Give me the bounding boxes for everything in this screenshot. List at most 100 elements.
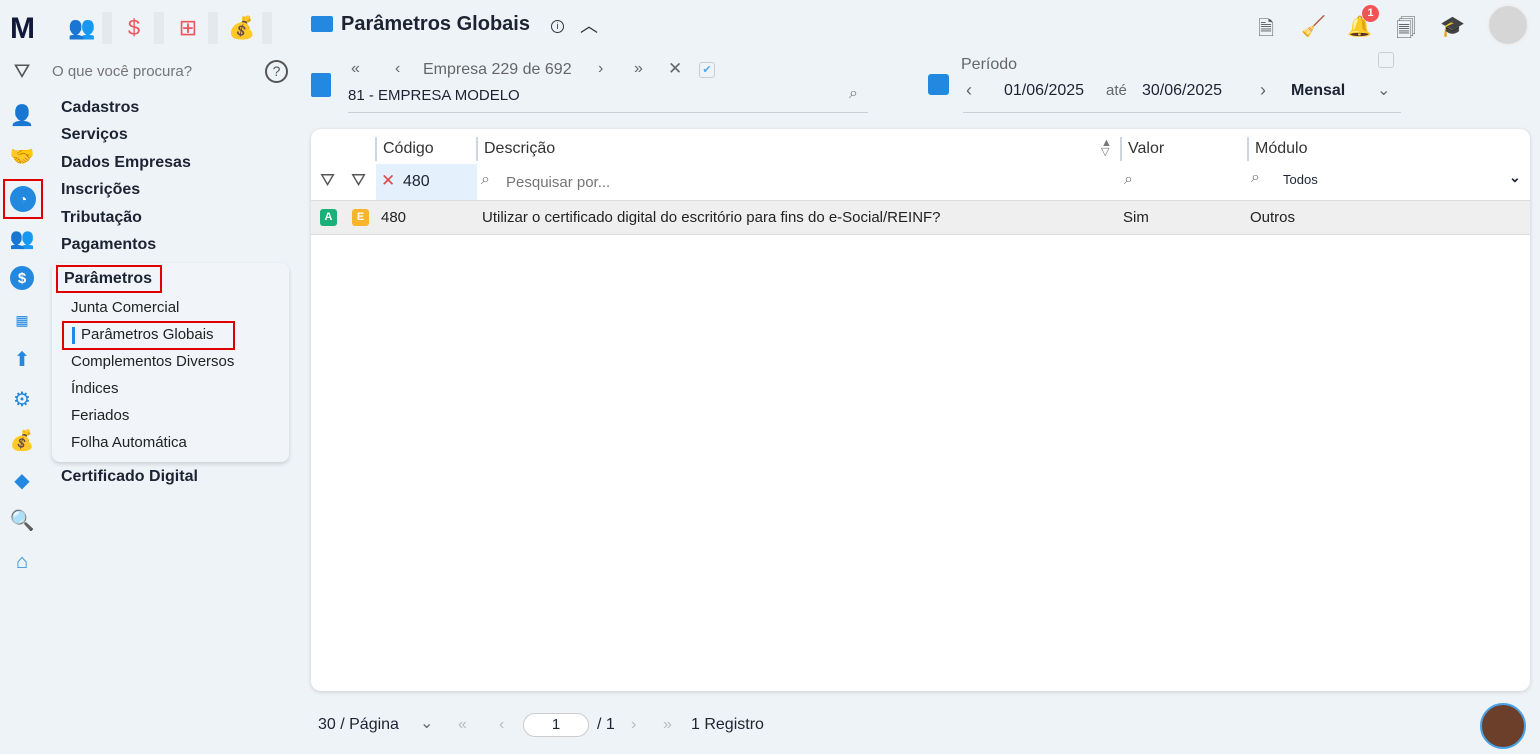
layers-icon[interactable]: ◆: [10, 468, 34, 492]
last-page-button[interactable]: »: [663, 716, 672, 734]
last-company-button[interactable]: »: [634, 60, 643, 78]
menu-certificado-digital[interactable]: Certificado Digital: [61, 468, 198, 486]
clear-company-icon[interactable]: ✕: [668, 59, 682, 79]
submenu-folha-automatica[interactable]: Folha Automática: [71, 434, 187, 451]
period-start[interactable]: 01/06/2025: [1004, 82, 1084, 100]
collapse-chevron-icon[interactable]: ︿: [580, 12, 598, 38]
company-checkbox[interactable]: ✔: [699, 62, 715, 78]
search-icon[interactable]: 🔍: [10, 508, 35, 532]
descricao-filter-input[interactable]: [506, 171, 1096, 193]
codigo-filter[interactable]: ✕ 480: [376, 164, 477, 200]
cell-codigo: 480: [381, 209, 407, 226]
period-label: Período: [961, 56, 1018, 73]
results-table: Código Descrição ▲ ▽ Valor Módulo ⛛ ⛛ ✕ 4…: [311, 129, 1530, 691]
app-logo[interactable]: M: [10, 12, 35, 46]
page-title: Parâmetros Globais: [341, 13, 530, 35]
dollar-icon[interactable]: $: [112, 12, 156, 44]
sort-icon[interactable]: ▲ ▽: [1101, 138, 1112, 158]
info-icon[interactable]: i: [551, 20, 564, 33]
menu-dados-empresas[interactable]: Dados Empresas: [61, 154, 191, 172]
broom-icon[interactable]: 🧹: [1301, 14, 1326, 38]
submenu-complementos-diversos[interactable]: Complementos Diversos: [71, 353, 234, 370]
submenu-junta-comercial[interactable]: Junta Comercial: [71, 299, 179, 316]
table-row[interactable]: A E 480 Utilizar o certificado digital d…: [311, 200, 1530, 235]
prev-page-button[interactable]: ‹: [499, 716, 504, 734]
menu-inscricoes[interactable]: Inscrições: [61, 181, 140, 199]
users-icon[interactable]: 👥: [10, 226, 35, 250]
menu-servicos[interactable]: Serviços: [61, 126, 128, 144]
building-icon: [311, 73, 331, 97]
filter-icon[interactable]: ⛛: [320, 170, 335, 191]
submenu-feriados[interactable]: Feriados: [71, 407, 129, 424]
calculator-icon[interactable]: ⊞: [166, 12, 210, 44]
valor-search-icon[interactable]: ⌕: [1124, 171, 1133, 189]
modulo-chevron-icon[interactable]: ⌄: [1509, 169, 1521, 186]
page-size-select[interactable]: 30 / Página: [318, 716, 399, 734]
report-search-icon[interactable]: 🗐: [1394, 14, 1418, 40]
user-avatar[interactable]: [1487, 4, 1529, 46]
menu-tributacao[interactable]: Tributação: [61, 209, 142, 227]
menu-search-input[interactable]: [52, 60, 252, 82]
period-type-chevron-icon[interactable]: ⌄: [1377, 80, 1390, 100]
company-total: 692: [544, 61, 572, 78]
monitor-icon: [311, 16, 333, 32]
modulo-filter-select[interactable]: Todos: [1283, 172, 1318, 187]
menu-pagamentos[interactable]: Pagamentos: [61, 236, 156, 254]
record-count: 1 Registro: [691, 716, 764, 733]
column-header-modulo[interactable]: Módulo: [1247, 137, 1307, 161]
next-company-button[interactable]: ›: [598, 60, 603, 78]
company-nav-label: Empresa 229 de 692: [423, 61, 572, 79]
page-input[interactable]: 1: [523, 713, 589, 737]
clear-filter-icon[interactable]: ✕: [381, 171, 395, 191]
modulo-search-icon: ⌕: [1251, 169, 1260, 186]
submenu-indices[interactable]: Índices: [71, 380, 119, 397]
company-value: 81 - EMPRESA MODELO: [348, 87, 520, 104]
calculator-icon[interactable]: ▦: [10, 308, 34, 332]
clock-icon[interactable]: ◔: [10, 186, 36, 212]
graduation-cap-icon[interactable]: 🎓: [1440, 14, 1465, 38]
money-bag-icon[interactable]: 💰: [220, 12, 264, 44]
period-end[interactable]: 30/06/2025: [1142, 82, 1222, 100]
company-current: 229: [491, 61, 519, 78]
help-icon[interactable]: ?: [265, 60, 288, 83]
handshake-icon[interactable]: 🤝: [10, 144, 35, 168]
submenu-parametros-globais[interactable]: Parâmetros Globais: [81, 326, 214, 343]
cell-descricao: Utilizar o certificado digital do escrit…: [482, 209, 941, 226]
document-icon[interactable]: 🗎: [1254, 14, 1278, 40]
gear-icon[interactable]: ⚙: [10, 387, 34, 411]
prev-period-button[interactable]: ‹: [966, 80, 972, 101]
dollar-circle-icon[interactable]: $: [10, 266, 34, 290]
company-label: Empresa: [423, 61, 488, 78]
period-checkbox[interactable]: [1378, 52, 1394, 68]
column-header-valor[interactable]: Valor: [1120, 137, 1164, 161]
total-pages: / 1: [597, 716, 615, 733]
period-until: até: [1106, 82, 1127, 99]
column-header-codigo[interactable]: Código: [375, 137, 434, 161]
menu-parametros[interactable]: Parâmetros: [64, 270, 152, 288]
menu-cadastros[interactable]: Cadastros: [61, 99, 139, 117]
first-company-button[interactable]: «: [351, 60, 360, 78]
divider: [154, 12, 164, 44]
company-field[interactable]: 81 - EMPRESA MODELO ⌕: [348, 85, 868, 113]
next-page-button[interactable]: ›: [631, 716, 636, 734]
money-bag-icon[interactable]: 💰: [10, 428, 35, 452]
percent-arrow-icon[interactable]: ⬆: [10, 347, 34, 371]
next-period-button[interactable]: ›: [1260, 80, 1266, 101]
people-icon[interactable]: 👥: [60, 12, 104, 44]
home-icon[interactable]: ⌂: [10, 550, 34, 574]
user-settings-icon[interactable]: 👤: [10, 103, 35, 127]
notification-badge: 1: [1362, 5, 1379, 22]
filter-icon[interactable]: ⛛: [10, 60, 34, 84]
codigo-filter-value: 480: [403, 173, 430, 190]
assistant-avatar[interactable]: [1480, 703, 1526, 749]
prev-company-button[interactable]: ‹: [395, 60, 400, 78]
active-indicator: [72, 327, 75, 344]
company-search-icon[interactable]: ⌕: [849, 85, 858, 103]
period-type-select[interactable]: Mensal: [1291, 82, 1345, 100]
filter-clear-icon[interactable]: ⛛: [351, 170, 366, 191]
page-size-chevron-icon[interactable]: ⌄: [420, 713, 433, 733]
cell-modulo: Outros: [1250, 209, 1296, 226]
badge-e: E: [352, 209, 369, 226]
first-page-button[interactable]: «: [458, 716, 467, 734]
column-header-descricao[interactable]: Descrição: [476, 137, 555, 161]
